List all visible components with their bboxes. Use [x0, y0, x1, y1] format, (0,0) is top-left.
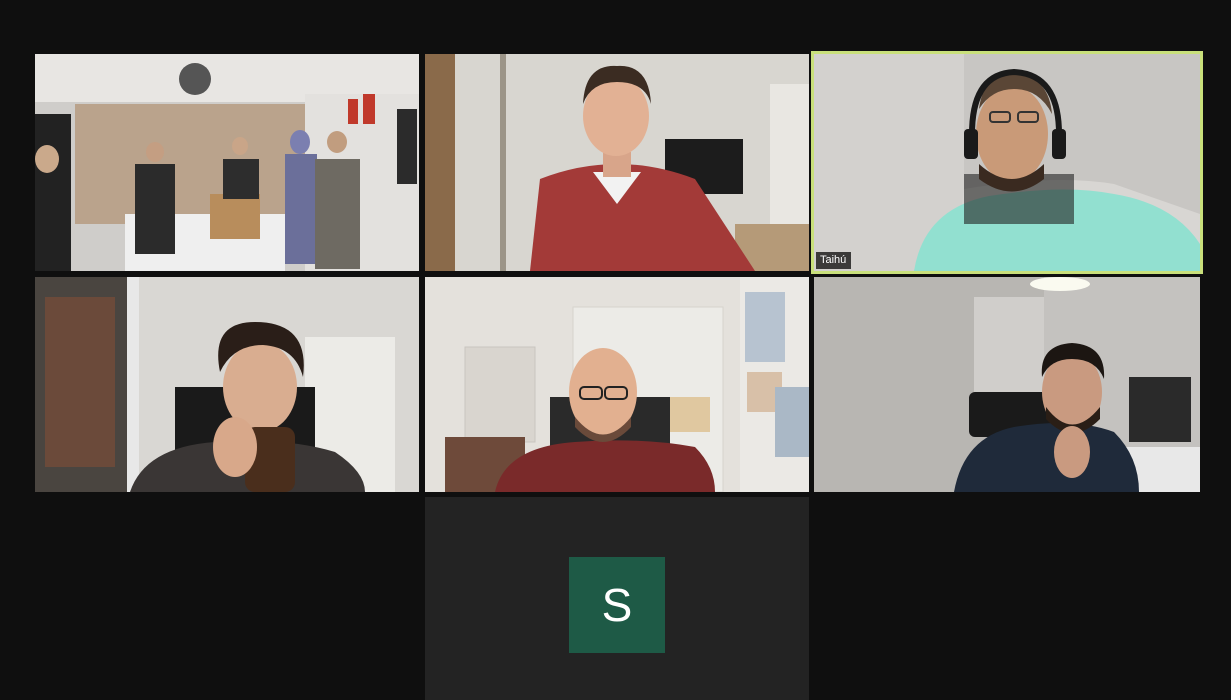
participant-avatar: S [569, 557, 665, 653]
participant-tile-no-video[interactable]: S [425, 497, 809, 700]
participant-tile-hand-on-chin[interactable] [814, 277, 1200, 492]
participant-video-feed [35, 277, 419, 492]
participant-tile-bald-glasses[interactable] [425, 277, 809, 492]
participant-video-feed [814, 54, 1200, 271]
participant-tile-drinking[interactable] [35, 277, 419, 492]
participant-name-label: Taihú [816, 252, 852, 269]
participant-video-feed [814, 277, 1200, 492]
participant-tile-office-group[interactable] [35, 54, 419, 271]
participant-video-feed [425, 54, 809, 271]
avatar-initial: S [601, 579, 633, 631]
participant-tile-red-shirt[interactable] [425, 54, 809, 271]
participant-tile-taihu[interactable]: Taihú [811, 51, 1203, 274]
participant-video-feed [35, 54, 419, 271]
participant-video-feed [425, 277, 809, 492]
